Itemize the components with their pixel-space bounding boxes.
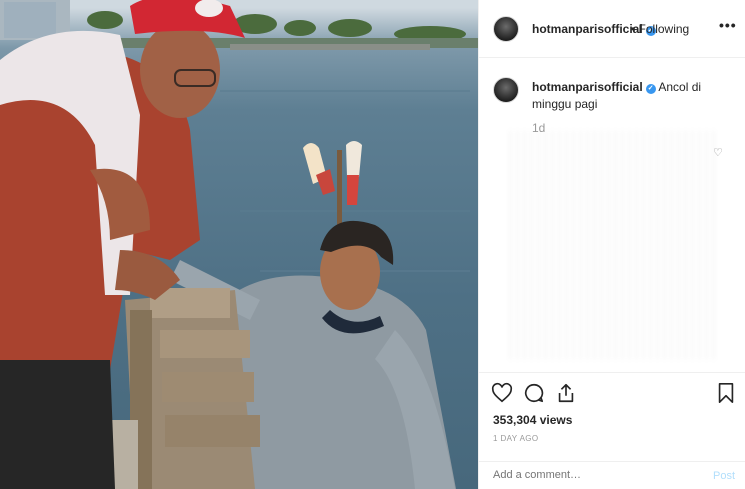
post-header: hotmanparisofficial ✓ • Following ••• [479,0,745,58]
more-options-icon[interactable]: ••• [719,17,737,33]
share-icon[interactable] [555,382,577,404]
comment-input[interactable] [493,469,693,481]
check-icon: ✓ [645,84,656,94]
post-timestamp: 1 DAY AGO [493,434,539,443]
wooden-railing [108,288,260,489]
comment-bar: Post [479,461,745,488]
blurred-comments-area [509,130,719,360]
post-caption: hotmanparisofficial ✓ Ancol di minggu pag… [532,79,732,113]
post-media-video[interactable] [0,0,478,489]
comment-icon[interactable] [523,382,545,404]
view-count[interactable]: 353,304 views [493,413,572,427]
post-comment-button[interactable]: Post [713,470,735,482]
following-button[interactable]: • Following [631,22,689,36]
heart-icon[interactable] [491,382,513,404]
avatar[interactable] [493,16,519,42]
bookmark-icon[interactable] [715,382,737,404]
post-sidebar: hotmanparisofficial ✓ • Following ••• hot… [478,0,745,489]
action-bar: 353,304 views 1 DAY AGO Post [479,372,745,487]
caption-avatar[interactable] [493,77,519,103]
caption-username[interactable]: hotmanparisofficial ✓ [532,80,656,94]
post-photo [0,0,478,489]
